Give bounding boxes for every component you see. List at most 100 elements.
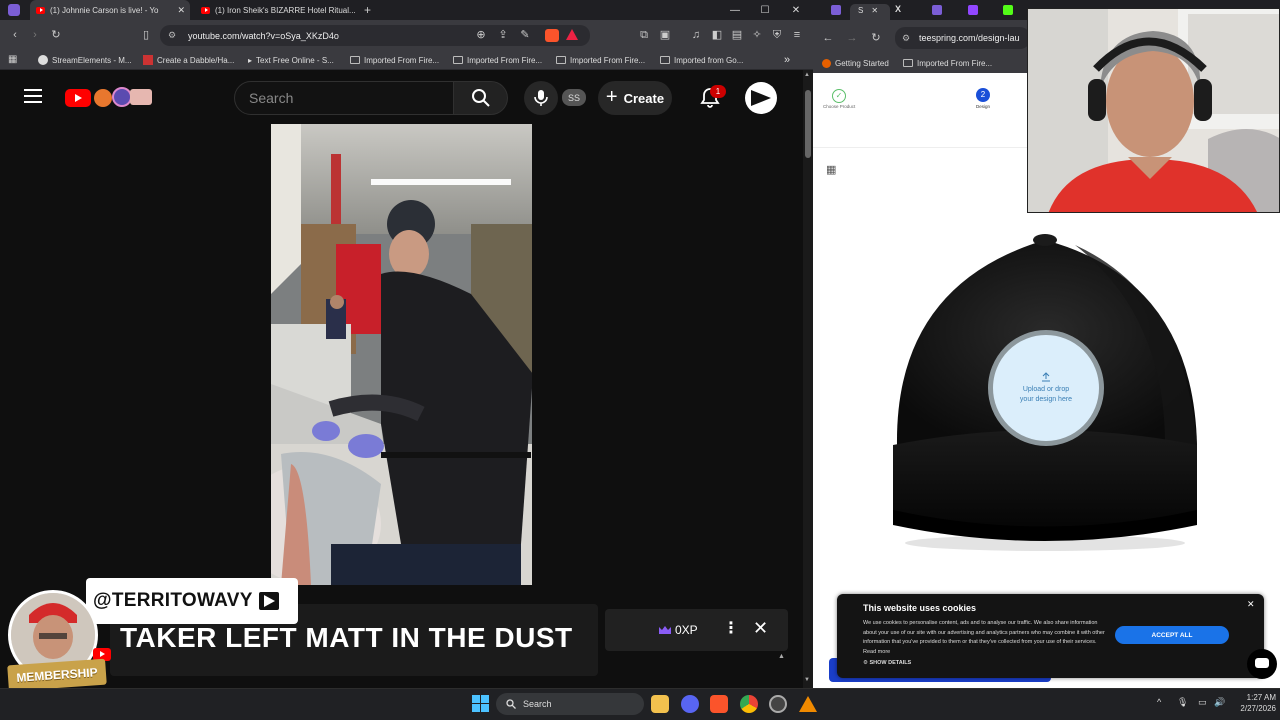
- scroll-up-arrow-icon[interactable]: ▲: [804, 72, 810, 78]
- channel-avatar[interactable]: [745, 82, 777, 114]
- textfree-icon: ▸: [248, 55, 253, 65]
- close-tab-icon[interactable]: ✕: [871, 6, 878, 15]
- close-window-button[interactable]: ✕: [781, 0, 811, 20]
- webcam-overlay: [1027, 8, 1280, 213]
- bookmark-streamelements[interactable]: StreamElements - M...: [38, 50, 132, 70]
- leo-icon[interactable]: ✧: [751, 29, 763, 41]
- more-bookmarks-icon[interactable]: »: [784, 50, 790, 70]
- support-chat-button[interactable]: [1247, 649, 1277, 679]
- accept-all-button[interactable]: ACCEPT ALL: [1115, 626, 1229, 644]
- back-icon[interactable]: ←: [822, 32, 834, 44]
- bookmark-getting-started[interactable]: Getting Started: [822, 53, 889, 73]
- vlc-icon[interactable]: [799, 696, 817, 712]
- bookmark-textfree[interactable]: ▸ Text Free Online - S...: [248, 50, 334, 70]
- share-icon[interactable]: ⇪: [497, 29, 509, 41]
- reload-icon[interactable]: ↻: [870, 32, 882, 44]
- edit-icon[interactable]: ✎: [519, 29, 531, 41]
- tab-search-icon[interactable]: [831, 5, 841, 15]
- bookmark-folder-4[interactable]: Imported from Go...: [660, 50, 743, 70]
- vpn-shield-icon[interactable]: ⛨: [771, 29, 783, 41]
- taskbar-search[interactable]: Search: [496, 693, 644, 715]
- close-cookie-icon[interactable]: ✕: [1247, 599, 1255, 610]
- cast-icon[interactable]: ▣: [659, 29, 671, 41]
- create-label: Create: [623, 90, 665, 106]
- discord-icon[interactable]: [681, 695, 699, 713]
- zoom-icon[interactable]: ⊕: [475, 29, 487, 41]
- bookmark-folder-1[interactable]: Imported From Fire...: [350, 50, 439, 70]
- file-explorer-icon[interactable]: [651, 695, 669, 713]
- upload-design-dropzone[interactable]: Upload or drop your design here: [988, 330, 1104, 446]
- brave-shield-icon[interactable]: [545, 29, 559, 42]
- chrome-icon[interactable]: [740, 695, 758, 713]
- tab-teespring-active[interactable]: S ✕: [850, 4, 890, 20]
- account-initials-badge[interactable]: SS: [562, 89, 586, 106]
- forward-icon[interactable]: →: [846, 32, 858, 44]
- forward-icon[interactable]: ›: [29, 29, 41, 41]
- maximize-button[interactable]: ☐: [750, 0, 780, 20]
- tab-search-icon[interactable]: [8, 4, 20, 16]
- microphone-tray-icon[interactable]: 🎙: [1177, 697, 1188, 708]
- voice-search-button[interactable]: [524, 81, 558, 115]
- menu-icon[interactable]: ≡: [791, 29, 803, 41]
- site-info-icon[interactable]: ⚙: [902, 33, 910, 44]
- site-info-icon[interactable]: ⚙: [168, 30, 176, 41]
- scroll-down-arrow-icon[interactable]: ▼: [804, 677, 810, 683]
- extensions-icon[interactable]: ⧉: [638, 29, 650, 41]
- apps-grid-icon[interactable]: ▦: [8, 54, 17, 65]
- new-tab-plus-icon[interactable]: +: [364, 3, 371, 17]
- layers-grid-icon[interactable]: ▦: [826, 163, 836, 176]
- bookmark-folder-2[interactable]: Imported From Fire...: [453, 50, 542, 70]
- scrollbar-thumb[interactable]: [805, 90, 811, 158]
- minimize-button[interactable]: —: [720, 0, 750, 20]
- network-icon[interactable]: ▭: [1198, 697, 1207, 708]
- brave-rewards-icon[interactable]: [566, 29, 578, 40]
- step-choose-product[interactable]: Choose Product: [823, 104, 855, 109]
- xp-button[interactable]: 0XP: [658, 619, 708, 641]
- video-player[interactable]: [271, 124, 532, 585]
- youtube-search-input[interactable]: Search: [234, 81, 454, 115]
- close-tab-icon[interactable]: ✕: [177, 5, 185, 16]
- obs-icon[interactable]: [769, 695, 787, 713]
- doodle-orange-icon: [94, 89, 112, 107]
- wallet-icon[interactable]: ▤: [731, 29, 743, 41]
- close-chat-icon[interactable]: ✕: [753, 618, 768, 639]
- bookmark-icon[interactable]: ▯: [140, 29, 152, 41]
- tab-kick-icon[interactable]: [1003, 5, 1013, 15]
- youtube-search-button[interactable]: [454, 81, 508, 115]
- show-hidden-icons-icon[interactable]: ^: [1157, 697, 1161, 707]
- back-icon[interactable]: ‹: [9, 29, 21, 41]
- address-bar[interactable]: ⚙ teespring.com/design-lau: [895, 27, 1030, 49]
- music-icon[interactable]: ♫: [690, 29, 702, 41]
- tab-iron-sheik[interactable]: (1) Iron Sheik's BIZARRE Hotel Ritual...: [195, 0, 360, 20]
- show-details-button[interactable]: ⚙ SHOW DETAILS: [863, 660, 911, 666]
- taskbar-clock[interactable]: 1:27 AM 2/27/2026: [1232, 692, 1276, 718]
- page-scrollbar[interactable]: [803, 70, 813, 688]
- volume-icon[interactable]: 🔊: [1214, 697, 1225, 708]
- brave-browser-icon[interactable]: [710, 695, 728, 713]
- tab-initial: S: [858, 6, 864, 15]
- bookmark-folder[interactable]: Imported From Fire...: [903, 53, 992, 73]
- bookmark-label: Imported From Fire...: [917, 58, 993, 68]
- youtube-logo-icon[interactable]: [65, 89, 91, 107]
- bookmark-folder-3[interactable]: Imported From Fire...: [556, 50, 645, 70]
- tab-twitch-icon[interactable]: [968, 5, 978, 15]
- tab-title: (1) Iron Sheik's BIZARRE Hotel Ritual...: [215, 5, 356, 15]
- hamburger-menu-icon[interactable]: [24, 89, 42, 103]
- cookie-title: This website uses cookies: [863, 603, 977, 613]
- chat-scroll-up-icon[interactable]: ▲: [778, 653, 785, 660]
- handle-text: @TERRITOWAVY: [93, 590, 253, 611]
- bookmark-dabble[interactable]: Create a Dabble/Ha...: [143, 50, 234, 70]
- bookmark-label: StreamElements - M...: [52, 55, 132, 65]
- more-options-icon[interactable]: ⋮: [723, 620, 739, 638]
- create-button[interactable]: + Create: [598, 81, 672, 115]
- windows-start-icon[interactable]: [472, 695, 489, 712]
- tab-johnnie-carson[interactable]: (1) Johnnie Carson is live! - Yo ✕: [30, 0, 190, 20]
- youtube-favicon-icon: [36, 6, 45, 14]
- video-frame-fish-market: [271, 124, 532, 585]
- tab-s-icon[interactable]: [932, 5, 942, 15]
- reload-icon[interactable]: ↻: [50, 29, 62, 41]
- search-icon: [506, 699, 516, 709]
- sidebar-icon[interactable]: ◧: [711, 29, 723, 41]
- step-design[interactable]: Design: [976, 104, 990, 109]
- tab-x-icon[interactable]: X: [895, 4, 901, 14]
